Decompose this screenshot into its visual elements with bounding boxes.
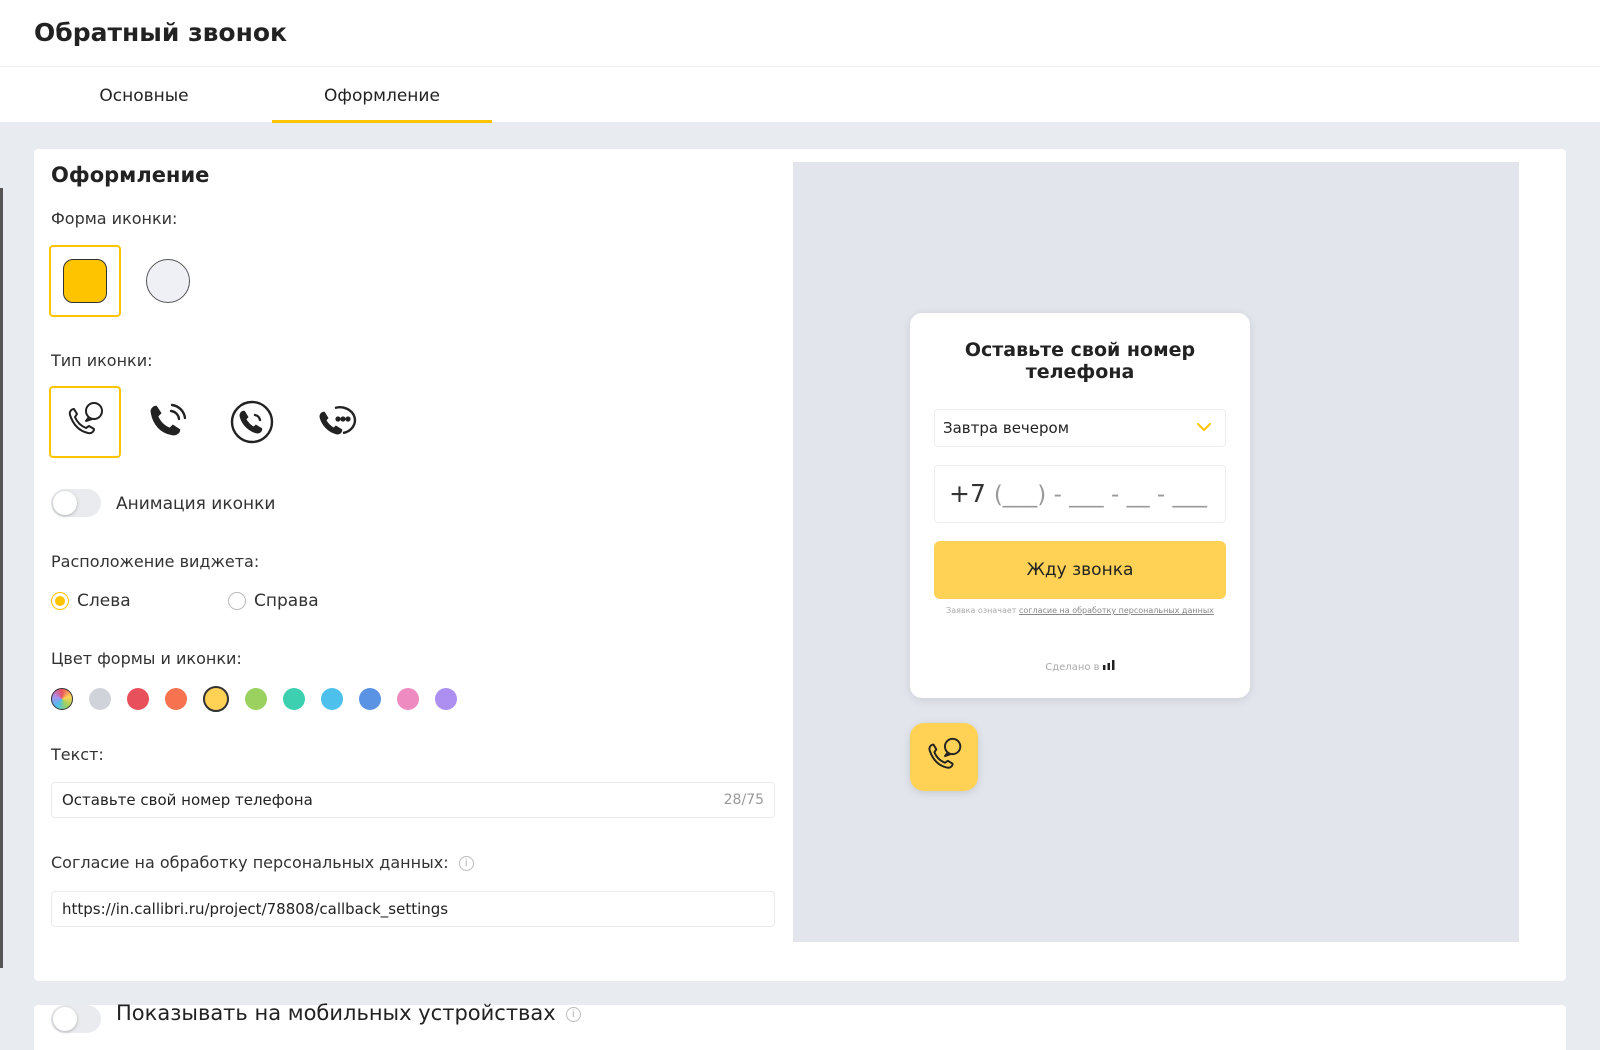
color-label: Цвет формы и иконки:	[51, 649, 242, 668]
position-right-label: Справа	[254, 591, 319, 611]
widget-title: Оставьте свой номер телефона	[964, 339, 1196, 383]
position-label: Расположение виджета:	[51, 552, 260, 571]
phone-circle-icon	[230, 400, 274, 444]
color-swatch-orange[interactable]	[165, 688, 187, 710]
text-input-value: Оставьте свой номер телефона	[62, 791, 313, 809]
tab-basic[interactable]: Основные	[34, 67, 254, 123]
mobile-label-row: Показывать на мобильных устройствах i	[116, 1001, 581, 1025]
color-swatches	[51, 686, 473, 712]
text-counter: 28/75	[723, 792, 764, 808]
made-in-label: Сделано в	[1045, 662, 1100, 673]
toggle-knob	[53, 1007, 77, 1031]
color-swatch-pink[interactable]	[397, 688, 419, 710]
shape-circle-option[interactable]	[132, 245, 204, 317]
page-title: Обратный звонок	[34, 18, 288, 47]
phone-prefix: +7	[949, 479, 986, 508]
color-swatch-red[interactable]	[127, 688, 149, 710]
widget-preview: Оставьте свой номер телефона Завтра вече…	[793, 162, 1519, 942]
chevron-down-icon	[1197, 423, 1211, 432]
color-swatch-teal[interactable]	[283, 688, 305, 710]
shape-square-option[interactable]	[49, 245, 121, 317]
phone-input[interactable]: +7 (___) - ___ - __ - ___	[934, 465, 1226, 523]
square-shape-icon	[63, 259, 107, 303]
circle-shape-icon	[146, 259, 190, 303]
consent-url-input[interactable]: https://in.callibri.ru/project/78808/cal…	[51, 891, 775, 927]
mobile-label: Показывать на мобильных устройствах	[116, 1001, 556, 1025]
top-bar: Обратный звонок	[0, 0, 1600, 66]
color-swatch-blue[interactable]	[359, 688, 381, 710]
tab-design[interactable]: Оформление	[272, 67, 492, 123]
icon-type-phone-waves[interactable]	[132, 386, 204, 458]
radio-dot	[228, 592, 246, 610]
scroll-edge	[0, 188, 3, 968]
mobile-toggle[interactable]	[51, 1005, 101, 1033]
mobile-card: Показывать на мобильных устройствах i	[34, 1001, 1566, 1050]
widget-consent: Заявка означает согласие на обработку пе…	[930, 606, 1230, 615]
color-swatch-light-blue[interactable]	[321, 688, 343, 710]
icon-type-phone-circle[interactable]	[216, 386, 288, 458]
made-in: Сделано в	[930, 660, 1230, 673]
animation-toggle[interactable]	[51, 489, 101, 517]
icon-type-phone-bubble[interactable]	[49, 386, 121, 458]
info-icon[interactable]: i	[458, 856, 474, 871]
consent-prefix: Заявка означает	[946, 606, 1017, 615]
text-label: Текст:	[51, 745, 104, 764]
color-swatch-gradient[interactable]	[51, 688, 73, 710]
icon-type-label: Тип иконки:	[51, 351, 153, 370]
toggle-knob	[53, 491, 77, 515]
consent-link[interactable]: согласие на обработку персональных данны…	[1019, 606, 1214, 615]
consent-label: Согласие на обработку персональных данны…	[51, 853, 449, 872]
icon-type-phone-chat[interactable]	[301, 386, 373, 458]
wait-call-button[interactable]: Жду звонка	[934, 541, 1226, 599]
widget-fab-button[interactable]	[910, 723, 978, 791]
position-left-radio[interactable]: Слева	[51, 591, 131, 611]
phone-chat-icon	[319, 406, 357, 435]
info-icon[interactable]: i	[565, 1006, 581, 1022]
phone-mask: (___) - ___ - __ - ___	[993, 482, 1208, 508]
design-card: Оформление Форма иконки: Тип иконки: Ани…	[34, 149, 1566, 981]
section-title: Оформление	[51, 163, 210, 187]
tab-bar: Основные Оформление	[0, 66, 1600, 123]
color-swatch-purple[interactable]	[435, 688, 457, 710]
icon-shape-label: Форма иконки:	[51, 209, 178, 228]
phone-bubble-icon	[68, 402, 103, 435]
animation-label: Анимация иконки	[116, 494, 276, 514]
time-select[interactable]: Завтра вечером	[934, 409, 1226, 447]
phone-bubble-icon	[928, 737, 962, 769]
text-input[interactable]: Оставьте свой номер телефона 28/75	[51, 782, 775, 818]
color-swatch-green[interactable]	[245, 688, 267, 710]
position-left-label: Слева	[77, 591, 131, 611]
callibri-logo-icon	[1102, 660, 1115, 670]
color-swatch-gray[interactable]	[89, 688, 111, 710]
consent-label-row: Согласие на обработку персональных данны…	[51, 853, 474, 872]
consent-url-value: https://in.callibri.ru/project/78808/cal…	[62, 900, 449, 918]
callback-widget: Оставьте свой номер телефона Завтра вече…	[910, 313, 1250, 698]
radio-dot	[51, 592, 69, 610]
time-select-value: Завтра вечером	[943, 419, 1070, 437]
position-right-radio[interactable]: Справа	[228, 591, 319, 611]
phone-waves-icon	[150, 403, 187, 436]
color-swatch-yellow[interactable]	[203, 686, 229, 712]
